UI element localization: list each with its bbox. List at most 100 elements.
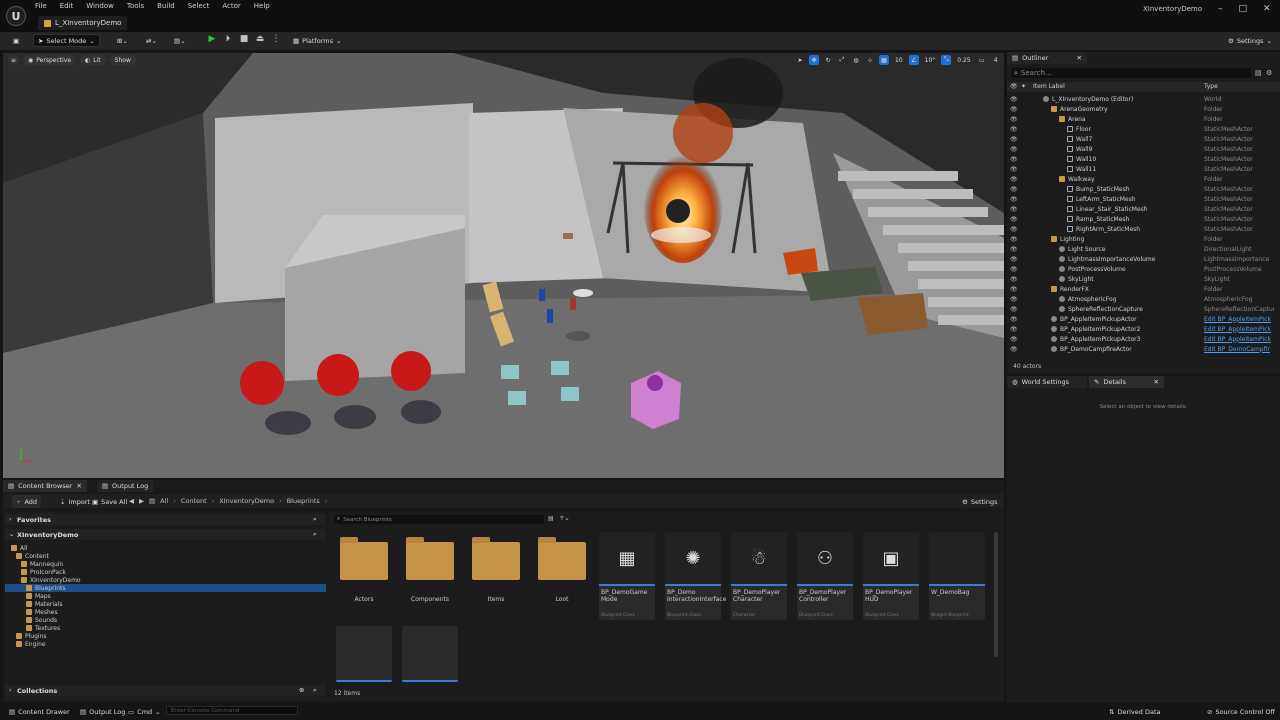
outliner-row[interactable]: 👁 Bump_StaticMesh StaticMeshActor <box>1007 184 1280 194</box>
outliner-row[interactable]: 👁 Wall9 StaticMeshActor <box>1007 144 1280 154</box>
derived-data-button[interactable]: ⇅ Derived Data <box>1105 705 1165 718</box>
outliner-row[interactable]: 👁 LeftArm_StaticMesh StaticMeshActor <box>1007 194 1280 204</box>
visibility-icon[interactable]: 👁 <box>1010 296 1018 303</box>
visibility-icon[interactable]: 👁 <box>1010 336 1018 343</box>
level-tab[interactable]: L_XInventoryDemo <box>38 16 128 30</box>
menu-window[interactable]: Window <box>86 2 114 10</box>
scale-tool-icon[interactable]: ⤢ <box>837 55 847 65</box>
asset-tile[interactable]: ☃ BP_DemoPlayer Character Character <box>731 532 787 620</box>
pin-icon[interactable]: ✦ <box>1021 83 1026 90</box>
menu-tools[interactable]: Tools <box>127 2 144 10</box>
close-icon[interactable]: ✕ <box>1077 54 1082 62</box>
menu-select[interactable]: Select <box>188 2 210 10</box>
save-all-button[interactable]: ▣ Save All <box>88 495 131 508</box>
scale-snap-value[interactable]: 0.25 <box>955 55 972 65</box>
filter-icon[interactable]: ⫧⌄ <box>560 514 570 523</box>
history-forward-icon[interactable]: ▶ <box>139 497 144 505</box>
perspective-button[interactable]: ◉ Perspective <box>23 55 77 65</box>
breadcrumb-blueprints[interactable]: Blueprints <box>287 497 320 505</box>
edit-blueprint-link[interactable]: Edit BP_AppleItemPick <box>1204 316 1274 323</box>
widget-asset-tile[interactable] <box>336 626 392 682</box>
visibility-icon[interactable]: 👁 <box>1010 136 1018 143</box>
level-viewport[interactable] <box>3 53 1004 478</box>
visibility-icon[interactable]: 👁 <box>1010 206 1018 213</box>
viewport-options-button[interactable]: ≡ <box>8 55 20 65</box>
visibility-icon[interactable]: 👁 <box>1010 176 1018 183</box>
close-icon[interactable]: ✕ <box>1263 4 1271 14</box>
search-icon[interactable]: ⌕ <box>313 686 317 695</box>
folder-tile[interactable]: Items <box>470 536 522 624</box>
asset-tile[interactable]: W_DemoBag Widget Blueprint <box>929 532 985 620</box>
folder-tree-item[interactable]: Maps <box>5 592 326 600</box>
folder-tree-item[interactable]: Meshes <box>5 608 326 616</box>
folder-tile[interactable]: Components <box>404 536 456 624</box>
outliner-row[interactable]: 👁 Floor StaticMeshActor <box>1007 124 1280 134</box>
asset-tile[interactable]: ▣ BP_DemoPlayer HUD Blueprint Class <box>863 532 919 620</box>
folder-tree-item[interactable]: ProIconPack <box>5 568 326 576</box>
add-collection-icon[interactable]: ⊕ <box>299 686 304 694</box>
cinematics-icon[interactable]: ▤⌄ <box>170 34 190 47</box>
visibility-icon[interactable]: 👁 <box>1010 146 1018 153</box>
visibility-icon[interactable]: 👁 <box>1010 116 1018 123</box>
world-space-icon[interactable]: ◍ <box>851 55 861 65</box>
folder-tree-item[interactable]: XInventoryDemo <box>5 576 326 584</box>
cb-settings-button[interactable]: ⚙ Settings <box>958 495 1002 508</box>
breadcrumb-xinventorydemo[interactable]: XInventoryDemo <box>219 497 274 505</box>
close-icon[interactable]: ✕ <box>76 482 81 490</box>
outliner-row[interactable]: 👁 Wall11 StaticMeshActor <box>1007 164 1280 174</box>
visibility-icon[interactable]: 👁 <box>1010 316 1018 323</box>
maximize-icon[interactable]: □ <box>1239 4 1248 14</box>
folder-tree-item[interactable]: Content <box>5 552 326 560</box>
visibility-icon[interactable]: 👁 <box>1010 286 1018 293</box>
outliner-row[interactable]: 👁 BP_AppleItemPickupActor3 Edit BP_AppleIt… <box>1007 334 1280 344</box>
gear-icon[interactable]: ⚙ <box>1266 69 1272 77</box>
search-icon[interactable]: ⌕ <box>313 515 317 524</box>
visibility-icon[interactable]: 👁 <box>1010 276 1018 283</box>
outliner-row[interactable]: 👁 RenderFX Folder <box>1007 284 1280 294</box>
unreal-logo-icon[interactable]: U <box>6 6 26 26</box>
folder-tree-item[interactable]: Mannequin <box>5 560 326 568</box>
visibility-icon[interactable]: 👁 <box>1010 196 1018 203</box>
menu-build[interactable]: Build <box>157 2 175 10</box>
tab-content-browser[interactable]: ▤ Content Browser ✕ <box>3 479 87 492</box>
outliner-row[interactable]: 👁 AtmosphericFog AtmosphericFog <box>1007 294 1280 304</box>
visibility-icon[interactable]: 👁 <box>1010 186 1018 193</box>
folder-tile[interactable]: Loot <box>536 536 588 624</box>
add-button[interactable]: + Add <box>12 495 42 508</box>
outliner-row[interactable]: 👁 ArenaGeometry Folder <box>1007 104 1280 114</box>
outliner-row[interactable]: 👁 BP_AppleItemPickupActor Edit BP_AppleIte… <box>1007 314 1280 324</box>
folder-tree-item[interactable]: Engine <box>5 640 326 648</box>
asset-tile[interactable]: ▦ BP_DemoGame Mode Blueprint Class <box>599 532 655 620</box>
visibility-icon[interactable]: 👁 <box>1010 96 1018 103</box>
show-button[interactable]: Show <box>109 55 136 65</box>
select-tool-icon[interactable]: ➤ <box>795 55 805 65</box>
edit-blueprint-link[interactable]: Edit BP_DemoCampfir <box>1204 346 1274 353</box>
rotate-tool-icon[interactable]: ↻ <box>823 55 833 65</box>
save-search-icon[interactable]: ▤ <box>548 515 554 522</box>
menu-actor[interactable]: Actor <box>222 2 240 10</box>
outliner-tab[interactable]: ▤ Outliner ✕ <box>1007 52 1087 64</box>
tab-output-log[interactable]: ▤ Output Log <box>96 479 154 492</box>
visibility-icon[interactable]: 👁 <box>1010 126 1018 133</box>
outliner-row[interactable]: 👁 Light Source DirectionalLight <box>1007 244 1280 254</box>
tab-details[interactable]: ✎ Details ✕ <box>1089 376 1164 388</box>
transform-icon[interactable]: ⇄⌄ <box>142 34 161 47</box>
visibility-icon[interactable]: 👁 <box>1010 346 1018 353</box>
visibility-icon[interactable]: 👁 <box>1010 156 1018 163</box>
outliner-row[interactable]: 👁 SphereReflectionCapture SphereReflection… <box>1007 304 1280 314</box>
visibility-icon[interactable]: 👁 <box>1010 166 1018 173</box>
visibility-icon[interactable]: 👁 <box>1010 216 1018 223</box>
visibility-icon[interactable]: 👁 <box>1010 83 1018 90</box>
folder-tree-item[interactable]: Textures <box>5 624 326 632</box>
visibility-icon[interactable]: 👁 <box>1010 226 1018 233</box>
outliner-row[interactable]: 👁 SkyLight SkyLight <box>1007 274 1280 284</box>
cmd-button[interactable]: ▭ Cmd ⌄ <box>124 705 165 718</box>
settings-button[interactable]: ⚙ Settings ⌄ <box>1224 34 1276 47</box>
rotation-snap-icon[interactable]: ∠ <box>908 55 919 65</box>
scale-snap-icon[interactable]: ⤡ <box>941 55 952 65</box>
outliner-row[interactable]: 👁 L_XInventoryDemo (Editor) World <box>1007 94 1280 104</box>
visibility-icon[interactable]: 👁 <box>1010 326 1018 333</box>
visibility-icon[interactable]: 👁 <box>1010 266 1018 273</box>
folder-tile[interactable]: Actors <box>338 536 390 624</box>
breadcrumb-content[interactable]: Content <box>181 497 207 505</box>
